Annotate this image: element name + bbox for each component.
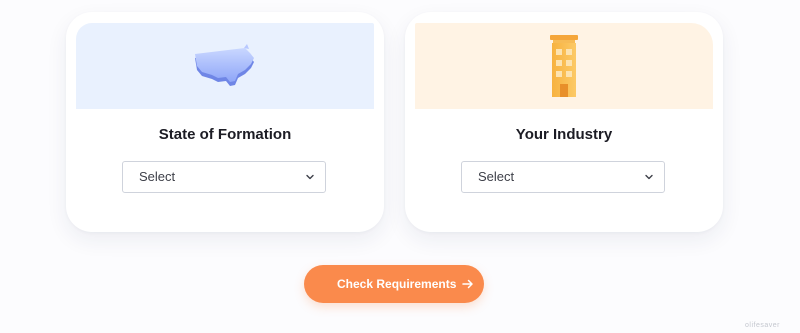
chevron-down-icon bbox=[645, 174, 653, 180]
state-banner bbox=[76, 23, 374, 109]
watermark-text: olifesaver bbox=[745, 322, 780, 329]
your-industry-card: Your Industry Select bbox=[405, 12, 723, 232]
chevron-down-icon bbox=[306, 174, 314, 180]
industry-select[interactable]: Select bbox=[461, 161, 665, 193]
state-card-title: State of Formation bbox=[158, 126, 292, 143]
industry-banner bbox=[415, 23, 713, 109]
arrow-right-icon bbox=[462, 279, 473, 289]
office-building-icon bbox=[550, 35, 578, 97]
state-select-value: Select bbox=[139, 169, 176, 184]
state-of-formation-card: State of Formation Select bbox=[66, 12, 384, 232]
us-map-icon bbox=[195, 44, 254, 86]
state-select[interactable]: Select bbox=[122, 161, 326, 193]
industry-select-value: Select bbox=[478, 169, 515, 184]
check-requirements-button[interactable]: Check Requirements bbox=[304, 265, 484, 303]
check-requirements-label: Check Requirements bbox=[337, 277, 457, 291]
industry-card-title: Your Industry bbox=[515, 126, 613, 143]
